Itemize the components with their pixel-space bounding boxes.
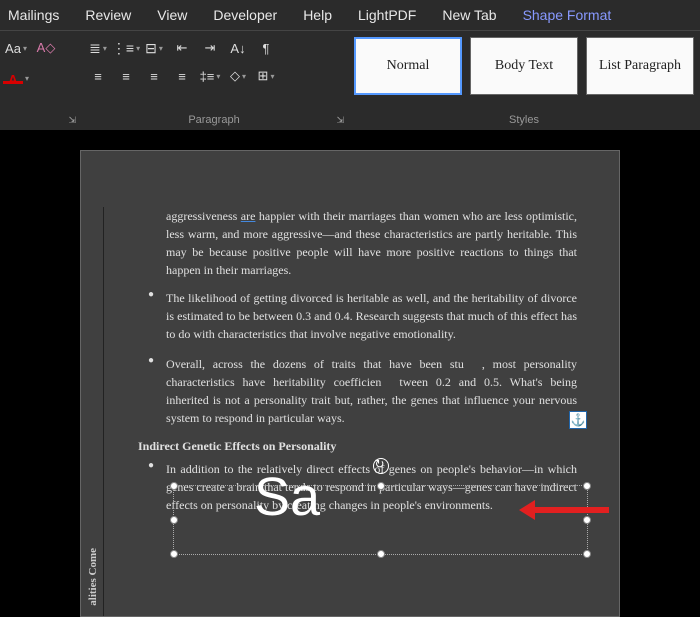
- resize-handle-tl[interactable]: [170, 482, 178, 490]
- style-listparagraph[interactable]: List Paragraph: [586, 37, 694, 95]
- resize-handle-tm[interactable]: [377, 482, 385, 490]
- text-box-frame[interactable]: Sa: [173, 485, 588, 555]
- tab-help[interactable]: Help: [299, 2, 336, 28]
- bullet-list: ● The likelihood of getting divorced is …: [148, 289, 577, 427]
- resize-handle-ml[interactable]: [170, 516, 178, 524]
- resize-handle-mr[interactable]: [583, 516, 591, 524]
- tab-newtab[interactable]: New Tab: [438, 2, 500, 28]
- bullets-button[interactable]: ≣▾: [86, 37, 110, 59]
- align-right-button[interactable]: ≡: [142, 65, 166, 87]
- bullet-icon: ●: [148, 355, 154, 427]
- resize-handle-bl[interactable]: [170, 550, 178, 558]
- styles-group-label: Styles: [509, 114, 539, 126]
- font-dialog-launcher[interactable]: ⇲: [68, 115, 76, 126]
- style-normal[interactable]: Normal: [354, 37, 462, 95]
- resize-handle-tr[interactable]: [583, 482, 591, 490]
- decrease-indent-button[interactable]: ⇤: [170, 37, 194, 59]
- show-hide-button[interactable]: ¶: [254, 37, 278, 59]
- document-area: alities Come aggressiveness are happier …: [0, 130, 700, 617]
- paragraph-group: ≣▾ ⋮≡▾ ⊟▾ ⇤ ⇥ A↓ ¶ ≡ ≡ ≡ ≡ ‡≡▾ ◇▾ ⊞▾ Par…: [80, 31, 348, 130]
- font-color-swatch: [3, 81, 23, 84]
- font-group: Aa▾ A◇ A▾ ⇲: [0, 31, 80, 130]
- styles-group: Normal Body Text List Paragraph Styles: [348, 31, 700, 130]
- numbering-button[interactable]: ⋮≡▾: [114, 37, 138, 59]
- resize-handle-br[interactable]: [583, 550, 591, 558]
- shading-button[interactable]: ◇▾: [226, 65, 250, 87]
- line-spacing-button[interactable]: ‡≡▾: [198, 65, 222, 87]
- tab-mailings[interactable]: Mailings: [4, 2, 63, 28]
- change-case-button[interactable]: Aa▾: [4, 37, 28, 59]
- borders-button[interactable]: ⊞▾: [254, 65, 278, 87]
- tab-view[interactable]: View: [153, 2, 191, 28]
- vertical-tab-label: alities Come: [87, 548, 99, 606]
- section-heading[interactable]: Indirect Genetic Effects on Personality: [138, 439, 577, 454]
- align-left-button[interactable]: ≡: [86, 65, 110, 87]
- paragraph-dialog-launcher[interactable]: ⇲: [336, 115, 344, 126]
- justify-button[interactable]: ≡: [170, 65, 194, 87]
- underlined-word: are: [241, 209, 256, 223]
- paragraph-group-label: Paragraph: [188, 114, 239, 126]
- resize-handle-bm[interactable]: [377, 550, 385, 558]
- clear-formatting-button[interactable]: A◇: [34, 37, 58, 59]
- arrow-annotation: [533, 507, 609, 513]
- paragraph-1[interactable]: aggressiveness are happier with their ma…: [166, 207, 577, 279]
- style-bodytext[interactable]: Body Text: [470, 37, 578, 95]
- ribbon-tabs: Mailings Review View Developer Help Ligh…: [0, 0, 700, 30]
- align-center-button[interactable]: ≡: [114, 65, 138, 87]
- tab-review[interactable]: Review: [81, 2, 135, 28]
- list-item[interactable]: ● The likelihood of getting divorced is …: [148, 289, 577, 343]
- tab-developer[interactable]: Developer: [209, 2, 281, 28]
- sort-button[interactable]: A↓: [226, 37, 250, 59]
- tab-lightpdf[interactable]: LightPDF: [354, 2, 420, 28]
- increase-indent-button[interactable]: ⇥: [198, 37, 222, 59]
- bullet-icon: ●: [148, 289, 154, 343]
- list-item[interactable]: ● Overall, across the dozens of traits t…: [148, 355, 577, 427]
- font-color-button[interactable]: A▾: [4, 67, 28, 89]
- margin-line: [103, 207, 104, 616]
- anchor-icon[interactable]: ⚓: [569, 411, 587, 429]
- multilevel-list-button[interactable]: ⊟▾: [142, 37, 166, 59]
- document-page[interactable]: alities Come aggressiveness are happier …: [80, 150, 620, 617]
- tab-shapeformat[interactable]: Shape Format: [519, 2, 616, 28]
- rotation-handle[interactable]: [373, 458, 389, 474]
- bullet-icon: ●: [148, 460, 154, 514]
- ribbon: Aa▾ A◇ A▾ ⇲ ≣▾ ⋮≡▾ ⊟▾ ⇤ ⇥ A↓ ¶ ≡ ≡ ≡ ≡ ‡…: [0, 30, 700, 130]
- textbox-content[interactable]: Sa: [254, 466, 320, 528]
